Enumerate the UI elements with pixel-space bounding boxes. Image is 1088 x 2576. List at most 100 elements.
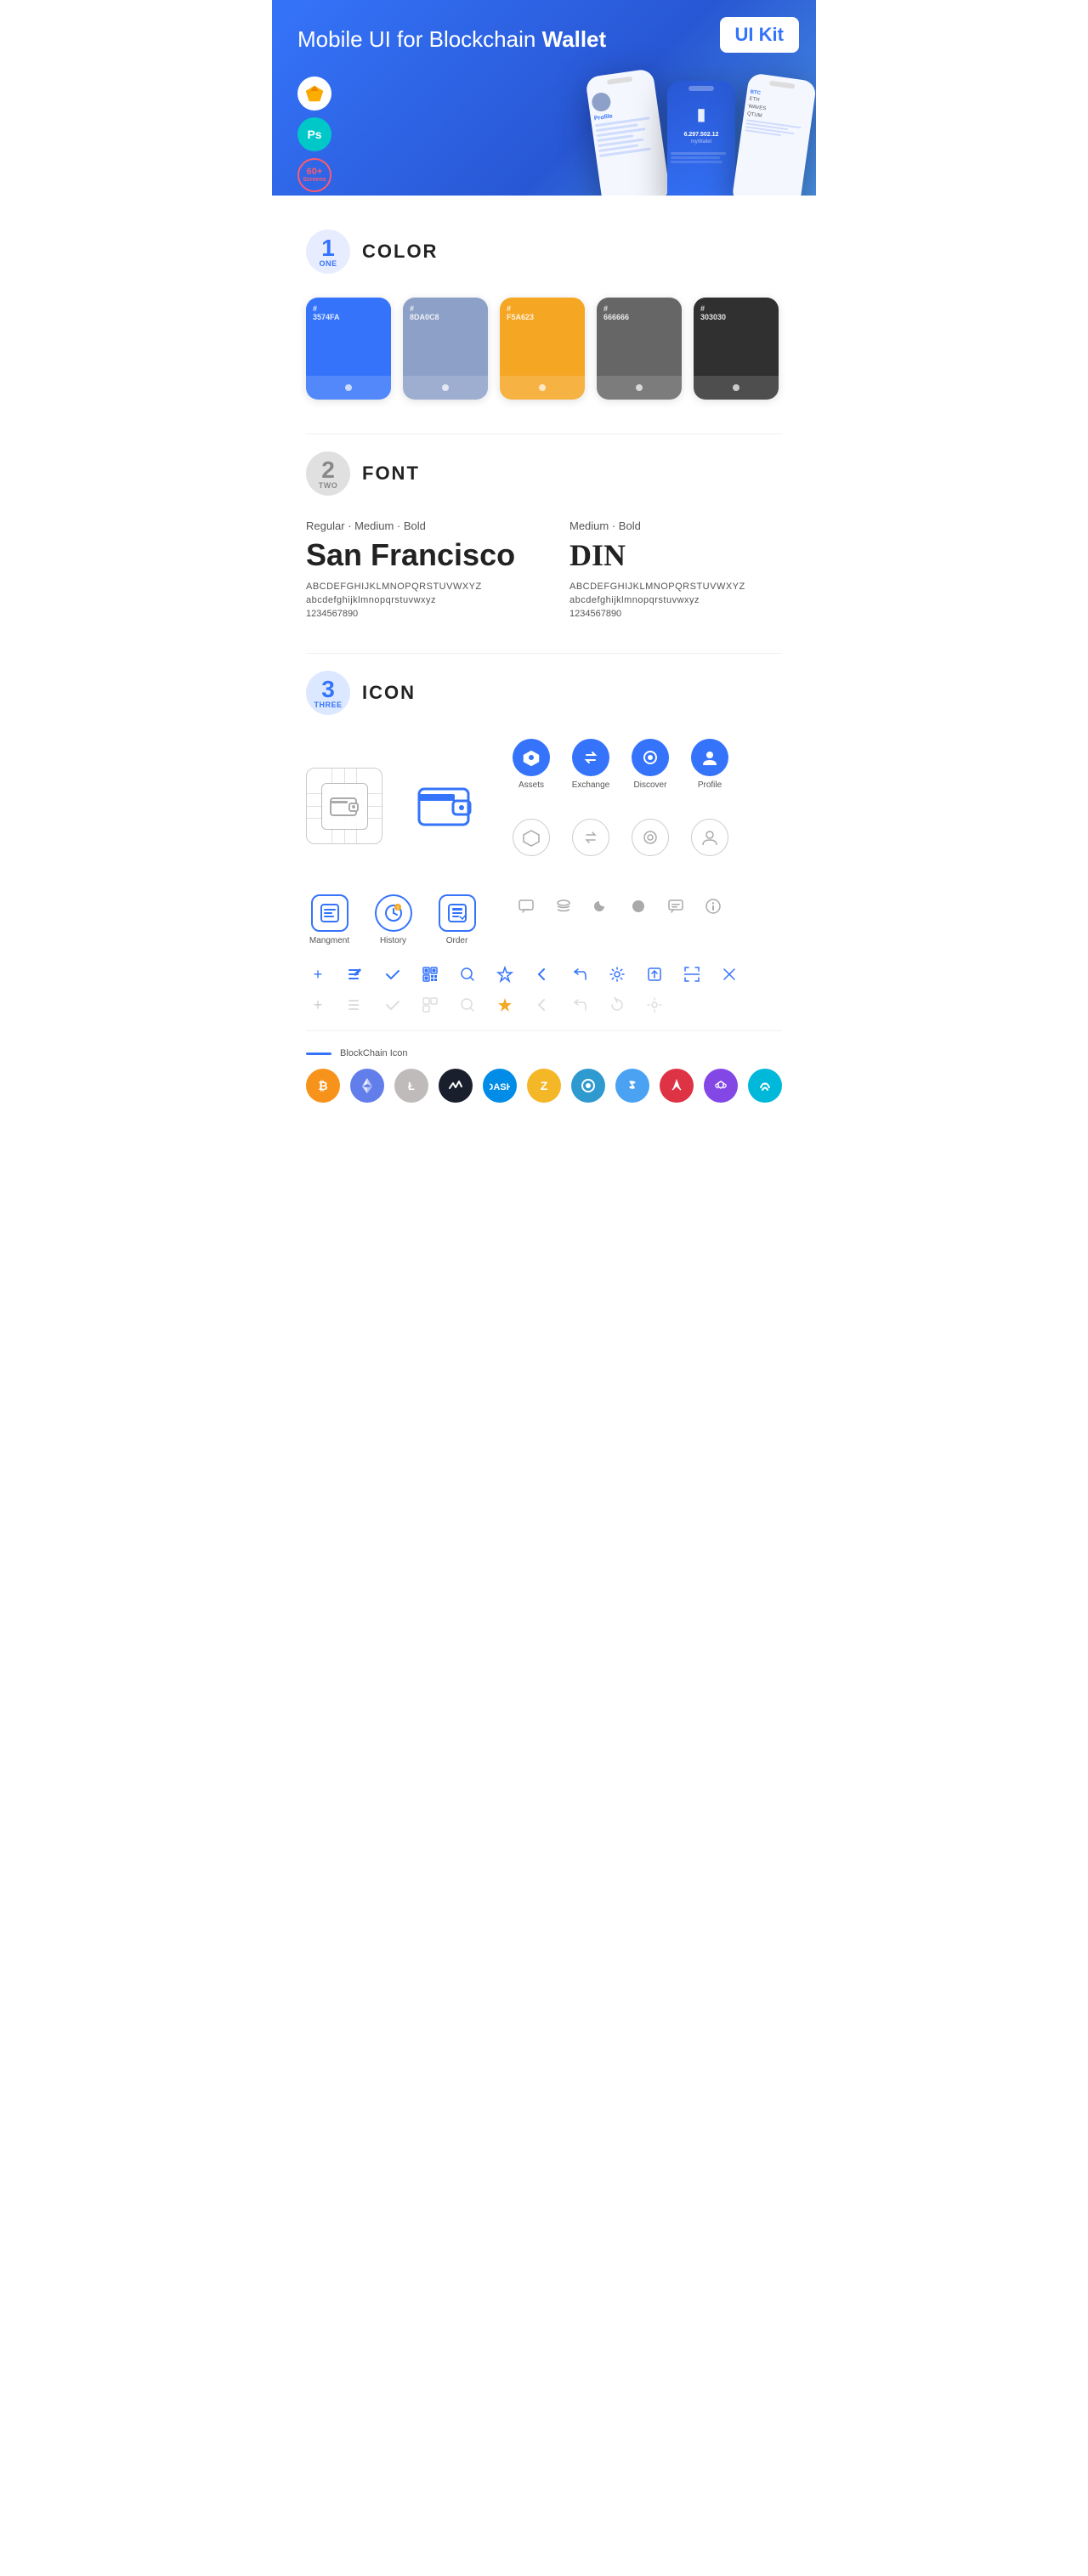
close-icon[interactable] bbox=[717, 962, 741, 986]
share-icon-gray bbox=[568, 993, 592, 1017]
sf-font-name: San Francisco bbox=[306, 537, 518, 573]
din-numbers: 1234567890 bbox=[570, 609, 782, 619]
din-font-name: DIN bbox=[570, 537, 782, 573]
section-number-2: 2 TWO bbox=[306, 451, 350, 496]
management-icon: Mangment bbox=[306, 894, 353, 945]
color-section-title: COLOR bbox=[362, 241, 438, 263]
color-section-header: 1 ONE COLOR bbox=[306, 230, 782, 274]
hero-section: Mobile UI for Blockchain Wallet UI Kit P… bbox=[272, 0, 816, 196]
color-swatch-blue: #3574FA bbox=[306, 298, 391, 400]
wallet-outline-icon bbox=[321, 783, 368, 830]
search-icon[interactable] bbox=[456, 962, 479, 986]
profile-nav-icon: Profile bbox=[688, 739, 731, 790]
settings-icon-gray bbox=[643, 993, 666, 1017]
upload-icon[interactable] bbox=[643, 962, 666, 986]
icon-section-header: 3 THREE ICON bbox=[306, 671, 782, 715]
blockchain-divider: BlockChain Icon bbox=[306, 1048, 782, 1058]
blockchain-label: BlockChain Icon bbox=[340, 1048, 408, 1058]
font-section: Regular · Medium · Bold San Francisco AB… bbox=[306, 519, 782, 619]
discover-nav-icon-outlined bbox=[629, 819, 672, 856]
sketch-badge bbox=[298, 77, 332, 111]
assets-nav-icon-outlined bbox=[510, 819, 552, 856]
assets-nav-icon: Assets bbox=[510, 739, 552, 790]
edit-list-icon bbox=[343, 962, 367, 986]
sky-icon bbox=[748, 1069, 782, 1103]
waves-icon bbox=[439, 1069, 473, 1103]
share-icon[interactable] bbox=[568, 962, 592, 986]
bitcoin-icon: ₿ bbox=[306, 1069, 340, 1103]
back-icon[interactable] bbox=[530, 962, 554, 986]
screens-badge: 60+ Screens bbox=[298, 158, 332, 192]
font-col-din: Medium · Bold DIN ABCDEFGHIJKLMNOPQRSTUV… bbox=[570, 519, 782, 619]
dash-icon: DASH bbox=[483, 1069, 517, 1103]
ark-icon bbox=[660, 1069, 694, 1103]
star-icon[interactable] bbox=[493, 962, 517, 986]
qr-icon bbox=[418, 962, 442, 986]
color-swatch-dark: #303030 bbox=[694, 298, 779, 400]
sf-numbers: 1234567890 bbox=[306, 609, 518, 619]
din-lowercase: abcdefghijklmnopqrstuvwxyz bbox=[570, 595, 782, 605]
color-swatch-orange: #F5A623 bbox=[500, 298, 585, 400]
nav-icons-group: Assets Exchange Discover bbox=[510, 739, 731, 873]
font-section-header: 2 TWO FONT bbox=[306, 451, 782, 496]
photoshop-badge: Ps bbox=[298, 117, 332, 151]
phone-mockup-2: ▮ 6.297.502.12 myWallet bbox=[667, 81, 735, 196]
steem-icon bbox=[615, 1069, 649, 1103]
matic-icon bbox=[704, 1069, 738, 1103]
edit-list-icon-gray bbox=[343, 993, 367, 1017]
check-icon-gray bbox=[381, 993, 405, 1017]
scan-icon[interactable] bbox=[680, 962, 704, 986]
font-section-title: FONT bbox=[362, 462, 420, 485]
hero-title: Mobile UI for Blockchain Wallet bbox=[298, 26, 790, 54]
color-swatches: #3574FA #8DA0C8 #F5A623 #666666 #303030 bbox=[306, 298, 782, 400]
small-icons-group bbox=[514, 894, 725, 925]
sf-styles: Regular · Medium · Bold bbox=[306, 519, 518, 532]
icon-section: Assets Exchange Discover bbox=[306, 739, 782, 1103]
settings-icon[interactable] bbox=[605, 962, 629, 986]
phone-mockup-1: Profile bbox=[585, 68, 671, 196]
icon-grid-box bbox=[306, 768, 382, 844]
crypto-icons-row: ₿ Ł DASH Z bbox=[306, 1069, 782, 1103]
icon-construction-row: Assets Exchange Discover bbox=[306, 739, 782, 873]
sf-uppercase: ABCDEFGHIJKLMNOPQRSTUVWXYZ bbox=[306, 582, 518, 592]
wallet-filled-icon bbox=[408, 768, 484, 844]
font-col-sf: Regular · Medium · Bold San Francisco AB… bbox=[306, 519, 518, 619]
din-uppercase: ABCDEFGHIJKLMNOPQRSTUVWXYZ bbox=[570, 582, 782, 592]
check-icon bbox=[381, 962, 405, 986]
svg-text:DASH: DASH bbox=[490, 1082, 510, 1092]
color-swatch-gray: #666666 bbox=[597, 298, 682, 400]
exchange-nav-icon: Exchange bbox=[570, 739, 612, 790]
section-number-3: 3 THREE bbox=[306, 671, 350, 715]
layers-icon bbox=[552, 894, 575, 918]
hero-badges: Ps 60+ Screens bbox=[298, 77, 332, 192]
zcash-icon: Z bbox=[527, 1069, 561, 1103]
search-icon-gray bbox=[456, 993, 479, 1017]
main-content: 1 ONE COLOR #3574FA #8DA0C8 #F5A623 #666… bbox=[272, 196, 816, 1154]
svg-text:₿: ₿ bbox=[318, 1079, 327, 1092]
svg-text:!: ! bbox=[397, 906, 399, 911]
blockchain-line bbox=[306, 1053, 332, 1055]
history-icon: ! History bbox=[370, 894, 416, 945]
qr-icon-gray bbox=[418, 993, 442, 1017]
info-icon bbox=[701, 894, 725, 918]
plus-icon: + bbox=[306, 962, 330, 986]
star-icon-filled bbox=[493, 993, 517, 1017]
ui-kit-badge: UI Kit bbox=[720, 17, 799, 53]
profile-nav-icon-outlined bbox=[688, 819, 731, 856]
svg-text:Z: Z bbox=[541, 1079, 548, 1092]
back-icon-gray bbox=[530, 993, 554, 1017]
speech-icon bbox=[664, 894, 688, 918]
hero-phones: Profile ▮ 6.297.502.12 myWallet bbox=[595, 81, 808, 196]
utility-icons-row-2: + bbox=[306, 993, 782, 1017]
icon-section-title: ICON bbox=[362, 682, 416, 704]
svg-text:Ł: Ł bbox=[408, 1080, 415, 1092]
section-number-1: 1 ONE bbox=[306, 230, 350, 274]
utility-icons-row-1: + bbox=[306, 962, 782, 986]
moon-icon bbox=[589, 894, 613, 918]
color-swatch-gray-blue: #8DA0C8 bbox=[403, 298, 488, 400]
circle-icon bbox=[626, 894, 650, 918]
exchange-nav-icon-outlined bbox=[570, 819, 612, 856]
sf-lowercase: abcdefghijklmnopqrstuvwxyz bbox=[306, 595, 518, 605]
refresh-icon-gray bbox=[605, 993, 629, 1017]
plus-icon-gray: + bbox=[306, 993, 330, 1017]
